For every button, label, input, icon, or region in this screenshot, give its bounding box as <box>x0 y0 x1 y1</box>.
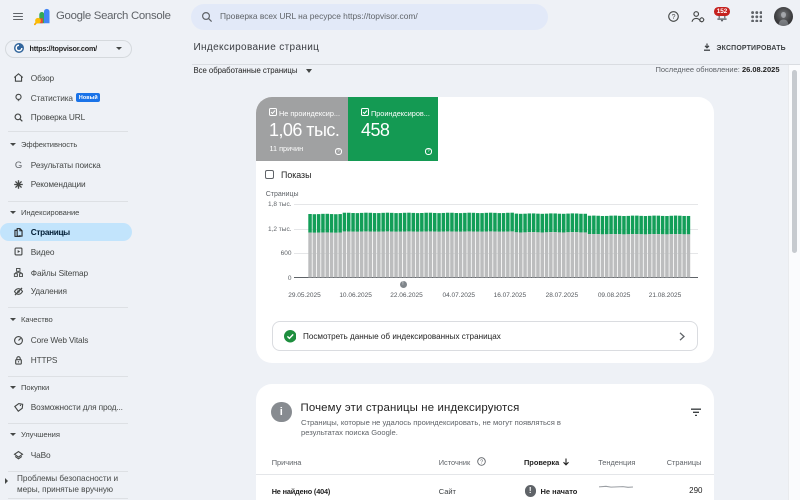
svg-text:?: ? <box>479 460 482 466</box>
